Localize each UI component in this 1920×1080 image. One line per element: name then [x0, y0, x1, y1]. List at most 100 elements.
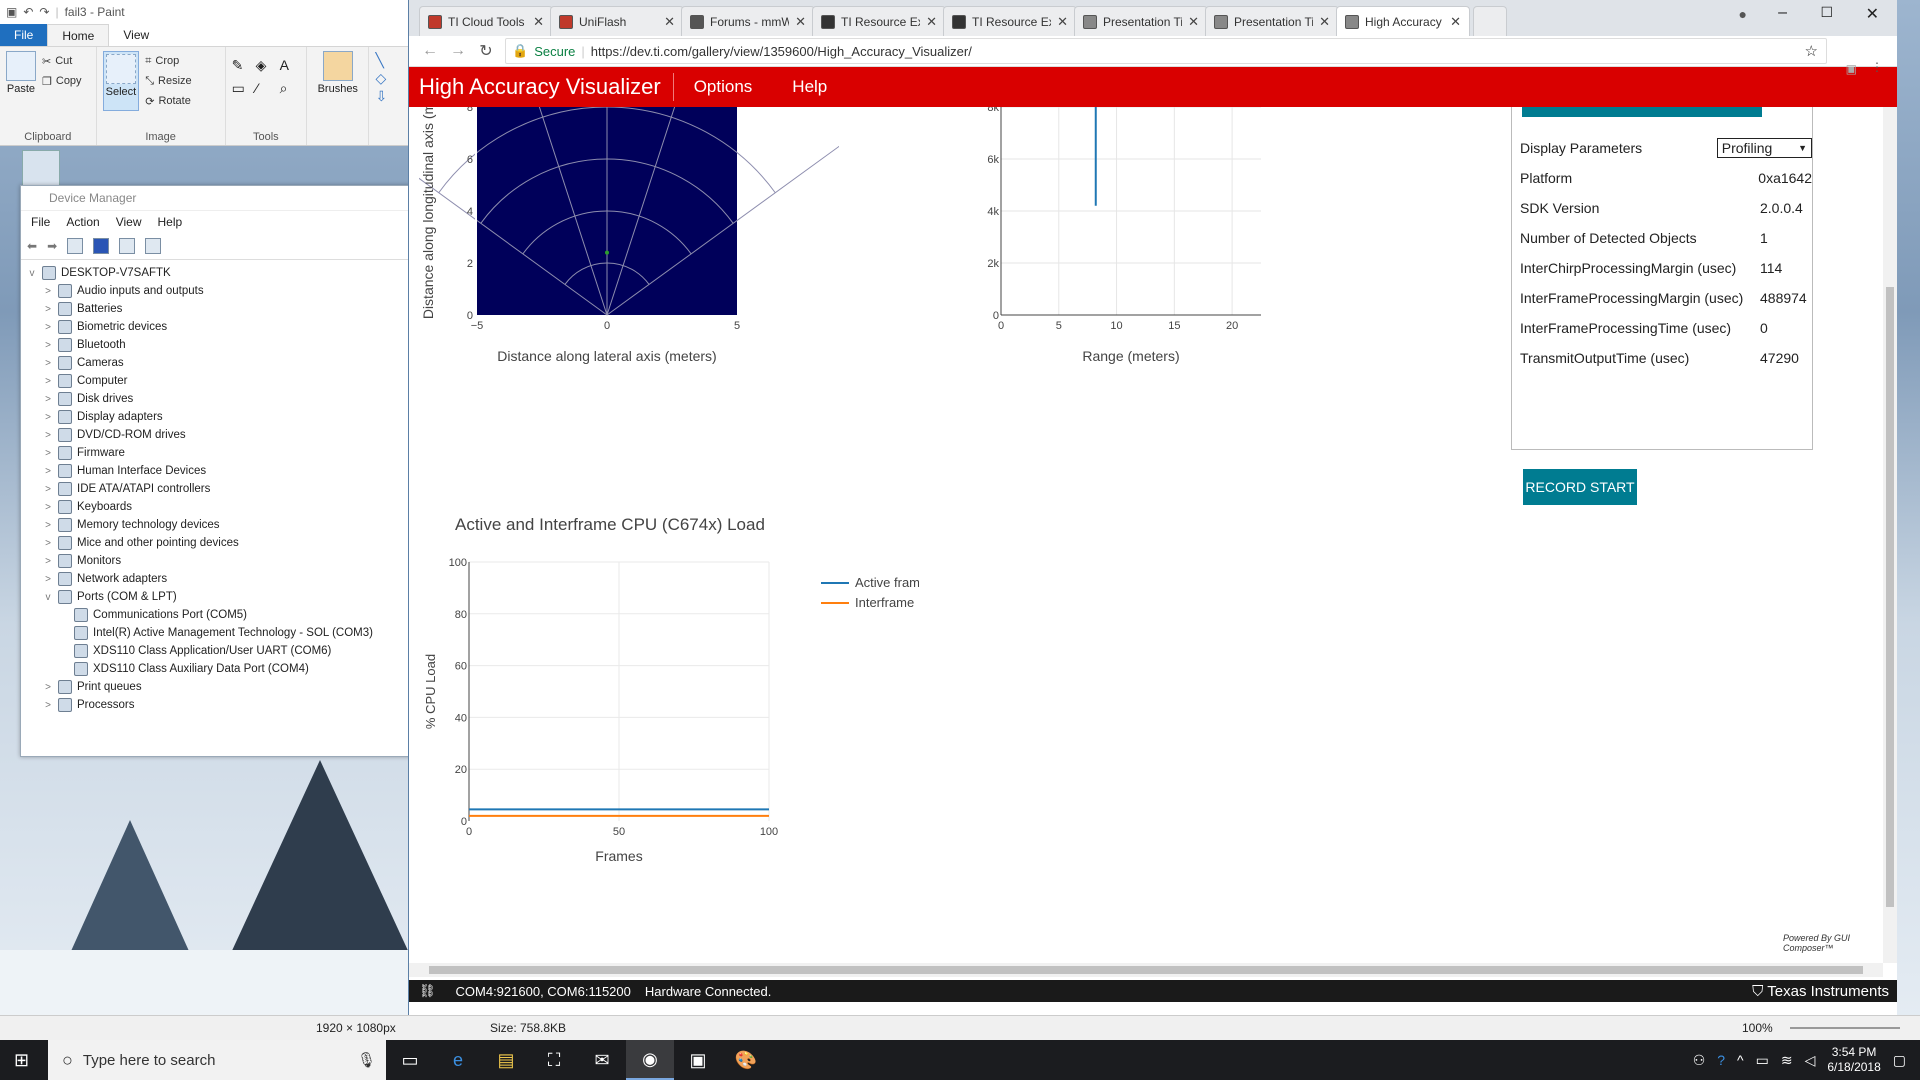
paint-taskbar-icon[interactable]: 🎨 [722, 1040, 770, 1080]
notifications-icon[interactable]: ▢ [1893, 1052, 1906, 1069]
tab-file[interactable]: File [0, 24, 48, 46]
battery-icon[interactable]: ▭ [1756, 1052, 1769, 1069]
tree-item[interactable]: > Computer [27, 372, 416, 390]
tree-item[interactable]: > Audio inputs and outputs [27, 282, 416, 300]
menu-view[interactable]: View [116, 215, 142, 229]
browser-tab[interactable]: High Accuracy Visu ✕ [1336, 6, 1470, 36]
vertical-scrollbar[interactable] [1883, 107, 1897, 963]
store-icon[interactable]: ⛶ [530, 1040, 578, 1080]
browser-tab[interactable]: TI Resource Explore ✕ [943, 6, 1077, 36]
tree-item[interactable]: > Keyboards [27, 498, 416, 516]
chrome-icon[interactable]: ◉ [626, 1040, 674, 1080]
chevron-right-icon[interactable]: > [43, 466, 53, 477]
tree-item[interactable]: > Display adapters [27, 408, 416, 426]
mail-icon[interactable]: ✉ [578, 1040, 626, 1080]
tree-item[interactable]: v Ports (COM & LPT) [27, 588, 416, 606]
tree-item[interactable]: > Biometric devices [27, 318, 416, 336]
rotate-button[interactable]: ⟳ Rotate [145, 91, 191, 111]
omnibox[interactable]: 🔒 Secure | https://dev.ti.com/gallery/vi… [505, 38, 1827, 64]
h-scroll-thumb[interactable] [429, 966, 1863, 974]
save-icon[interactable]: ▣ [6, 5, 17, 19]
chevron-right-icon[interactable]: > [43, 322, 53, 333]
crop-button[interactable]: ⌗ Crop [145, 51, 191, 71]
port-item[interactable]: Intel(R) Active Management Technology - … [27, 624, 416, 642]
port-item[interactable]: XDS110 Class Auxiliary Data Port (COM4) [27, 660, 416, 678]
tree-item[interactable]: > IDE ATA/ATAPI controllers [27, 480, 416, 498]
tree-item[interactable]: > DVD/CD-ROM drives [27, 426, 416, 444]
monitor-icon[interactable] [145, 238, 162, 254]
reload-icon[interactable]: ↻ [477, 41, 495, 61]
chevron-right-icon[interactable]: > [43, 304, 53, 315]
zoom-slider[interactable] [1790, 1027, 1900, 1029]
chevron-right-icon[interactable]: > [43, 376, 53, 387]
browser-tab[interactable]: Presentation Title H ✕ [1074, 6, 1208, 36]
menu-help[interactable]: Help [158, 215, 183, 229]
taskbar-search[interactable]: ○ Type here to search 🎙 [48, 1040, 386, 1080]
magnifier-icon[interactable]: ⌕ [280, 80, 298, 97]
port-item[interactable]: XDS110 Class Application/User UART (COM6… [27, 642, 416, 660]
tab-close-icon[interactable]: ✕ [926, 14, 937, 30]
tree-item[interactable]: > Print queues [27, 678, 416, 696]
chevron-right-icon[interactable]: > [43, 394, 53, 405]
menu-dots-icon[interactable]: ⋮ [1871, 60, 1883, 74]
extension-icon[interactable]: ▣ [1846, 62, 1857, 76]
chevron-right-icon[interactable]: > [43, 340, 53, 351]
chevron-right-icon[interactable]: > [43, 574, 53, 585]
paste-button[interactable]: Paste [6, 51, 36, 95]
copy-button[interactable]: ❐ Copy [42, 71, 82, 91]
tree-item[interactable]: > Processors [27, 696, 416, 714]
forward-arrow-icon[interactable]: ➡ [47, 239, 57, 253]
browser-tab[interactable]: Presentation Title H ✕ [1205, 6, 1339, 36]
tree-item[interactable]: > Bluetooth [27, 336, 416, 354]
color-picker-icon[interactable]: ⁄ [256, 80, 274, 97]
tab-close-icon[interactable]: ✕ [1188, 14, 1199, 30]
shapes-icon[interactable]: ╲ ◇ ⇩ [375, 51, 404, 105]
recycle-bin-icon[interactable] [22, 150, 60, 188]
properties-icon[interactable] [67, 238, 84, 254]
browser-tab[interactable]: UniFlash ✕ [550, 6, 684, 36]
device-manager-taskbar-icon[interactable]: ▣ [674, 1040, 722, 1080]
tree-item[interactable]: > Disk drives [27, 390, 416, 408]
tab-view[interactable]: View [109, 24, 163, 46]
tab-close-icon[interactable]: ✕ [1450, 14, 1461, 30]
new-tab-button[interactable] [1473, 6, 1507, 36]
close-icon[interactable]: ✕ [1866, 4, 1879, 24]
select-button[interactable]: Select [102, 51, 140, 111]
link-icon[interactable]: ⛓ [419, 983, 436, 999]
tree-root[interactable]: v DESKTOP-V7SAFTK [27, 264, 416, 282]
profile-icon[interactable]: ● [1739, 6, 1747, 22]
chevron-right-icon[interactable]: > [43, 538, 53, 549]
scroll-thumb[interactable] [1886, 287, 1894, 907]
star-icon[interactable]: ☆ [1805, 42, 1818, 60]
text-icon[interactable]: A [280, 57, 298, 74]
edge-icon[interactable]: e [434, 1040, 482, 1080]
menu-action[interactable]: Action [66, 215, 99, 229]
tree-item[interactable]: > Firmware [27, 444, 416, 462]
chevron-down-icon[interactable]: v [43, 592, 53, 603]
tree-item[interactable]: > Mice and other pointing devices [27, 534, 416, 552]
tab-close-icon[interactable]: ✕ [1319, 14, 1330, 30]
horizontal-scrollbar[interactable] [409, 963, 1883, 977]
pencil-icon[interactable]: ✎ [232, 57, 250, 74]
chevron-right-icon[interactable]: > [43, 556, 53, 567]
browser-tab[interactable]: TI Cloud Tools ✕ [419, 6, 553, 36]
clock[interactable]: 3:54 PM 6/18/2018 [1827, 1045, 1880, 1075]
tree-item[interactable]: > Monitors [27, 552, 416, 570]
maximize-icon[interactable]: ☐ [1820, 4, 1833, 21]
tree-item[interactable]: > Cameras [27, 354, 416, 372]
chevron-right-icon[interactable]: > [43, 412, 53, 423]
browser-tab[interactable]: TI Resource Explore ✕ [812, 6, 946, 36]
cut-button[interactable]: ✂ Cut [42, 51, 82, 71]
chevron-down-icon[interactable]: v [27, 268, 37, 279]
menu-file[interactable]: File [31, 215, 50, 229]
port-item[interactable]: Communications Port (COM5) [27, 606, 416, 624]
back-arrow-icon[interactable]: ⬅ [27, 239, 37, 253]
eraser-icon[interactable]: ▭ [232, 80, 250, 97]
hidden-top-button[interactable] [1522, 107, 1762, 117]
browser-tab[interactable]: Forums - mmWave ✕ [681, 6, 815, 36]
view-icon[interactable] [119, 238, 136, 254]
chevron-right-icon[interactable]: > [43, 484, 53, 495]
tab-close-icon[interactable]: ✕ [1057, 14, 1068, 30]
menu-options[interactable]: Options [674, 77, 773, 97]
tree-item[interactable]: > Network adapters [27, 570, 416, 588]
